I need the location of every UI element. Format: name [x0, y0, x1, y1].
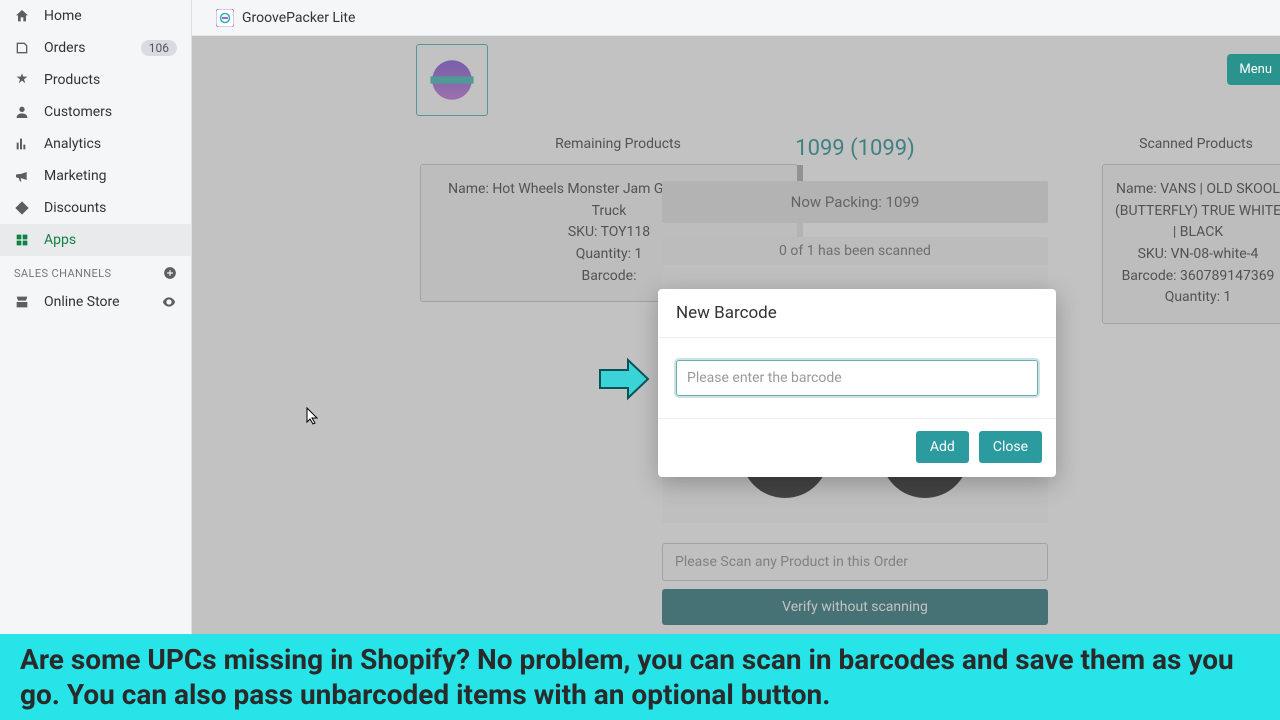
- sidebar-item-analytics[interactable]: Analytics: [0, 128, 191, 160]
- apps-icon: [14, 232, 38, 248]
- sidebar-item-marketing[interactable]: Marketing: [0, 160, 191, 192]
- orders-icon: [14, 40, 38, 56]
- home-icon: [14, 8, 38, 24]
- app-logo-icon: [216, 9, 234, 27]
- sidebar-item-label: Analytics: [44, 136, 177, 152]
- content: Remaining Products Name: Hot Wheels Mons…: [192, 36, 1280, 720]
- sidebar-item-orders[interactable]: Orders 106: [0, 32, 191, 64]
- barcode-input[interactable]: [676, 360, 1038, 396]
- sidebar-item-label: Discounts: [44, 200, 177, 216]
- marketing-icon: [14, 168, 38, 184]
- sidebar-item-label: Apps: [44, 232, 177, 248]
- close-button[interactable]: Close: [979, 431, 1042, 463]
- annotation-arrow-icon: [596, 356, 652, 402]
- sidebar-item-products[interactable]: Products: [0, 64, 191, 96]
- store-icon: [14, 294, 38, 310]
- sidebar-item-discounts[interactable]: Discounts: [0, 192, 191, 224]
- add-channel-icon[interactable]: [163, 266, 177, 280]
- sidebar-item-label: Home: [44, 8, 177, 24]
- discounts-icon: [14, 200, 38, 216]
- sidebar-item-apps[interactable]: Apps: [0, 224, 191, 256]
- app-title: GroovePacker Lite: [242, 10, 355, 26]
- menu-button[interactable]: Menu: [1227, 54, 1280, 85]
- orders-badge: 106: [141, 40, 177, 56]
- sidebar-item-online-store[interactable]: Online Store: [0, 286, 191, 318]
- products-icon: [14, 72, 38, 88]
- view-icon[interactable]: [161, 294, 177, 310]
- caption-banner: Are some UPCs missing in Shopify? No pro…: [0, 634, 1280, 720]
- customers-icon: [14, 104, 38, 120]
- sidebar-item-customers[interactable]: Customers: [0, 96, 191, 128]
- analytics-icon: [14, 136, 38, 152]
- sidebar-item-label: Customers: [44, 104, 177, 120]
- sales-channels-header: SALES CHANNELS: [0, 256, 191, 286]
- modal-title: New Barcode: [658, 289, 1056, 338]
- add-button[interactable]: Add: [916, 431, 969, 463]
- sidebar-item-label: Marketing: [44, 168, 177, 184]
- sidebar-item-home[interactable]: Home: [0, 0, 191, 32]
- caption-text: Are some UPCs missing in Shopify? No pro…: [20, 642, 1260, 712]
- sales-channels-label: SALES CHANNELS: [14, 267, 111, 280]
- sidebar: Home Orders 106 Products Customers Analy…: [0, 0, 192, 720]
- topbar: GroovePacker Lite: [192, 0, 1280, 36]
- sidebar-item-label: Orders: [44, 40, 141, 56]
- sidebar-item-label: Products: [44, 72, 177, 88]
- new-barcode-modal: New Barcode Add Close: [658, 289, 1056, 477]
- sidebar-item-label: Online Store: [44, 294, 161, 310]
